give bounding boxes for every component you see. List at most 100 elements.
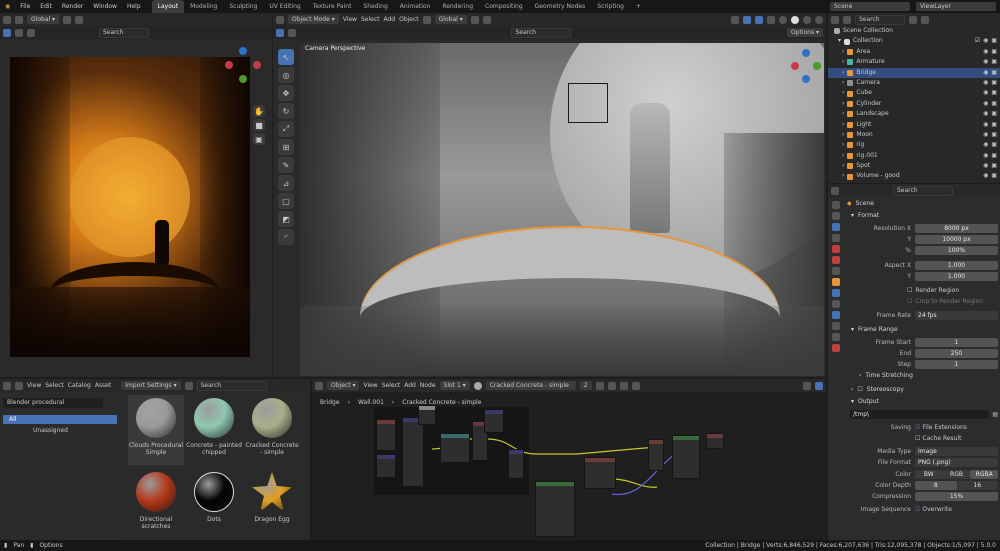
bevel-tool-icon[interactable]: ◜ [278,229,294,245]
visibility-icon[interactable] [731,15,739,24]
shading-rendered-icon[interactable] [815,15,823,24]
select-box-icon[interactable] [276,28,284,37]
expand-arrow-icon[interactable]: ▾ [838,36,841,46]
eye-icon[interactable]: ◉ [983,36,988,46]
snap-icon[interactable] [63,15,72,24]
menu-help[interactable]: Help [122,0,146,13]
asset-browser-icon[interactable] [15,381,23,390]
editor-type-icon[interactable] [3,15,11,24]
render-region-row[interactable]: ☐ Render Region [845,285,998,295]
outliner-row[interactable]: › rig.001 ◉ ▣ [828,151,1000,161]
properties-search[interactable]: Search [893,185,953,196]
frame-rate-dropdown[interactable]: 24 fps [915,310,998,320]
file-format-dropdown[interactable]: PNG (.png) [915,457,998,467]
camera-render-icon[interactable]: ▣ [991,47,997,57]
checkbox-icon[interactable]: ☑ [975,36,980,46]
transform-tool-icon[interactable]: ⊞ [278,139,294,155]
data-tab-icon[interactable] [832,333,840,341]
eye-icon[interactable]: ◉ [983,109,988,119]
constraints-tab-icon[interactable] [832,322,840,330]
tab-uv-editing[interactable]: UV Editing [263,0,306,13]
asset-item[interactable]: Concrete - painted chipped [186,395,242,465]
outliner-row[interactable]: › Bridge ◉ ▣ [828,67,1000,78]
asset-menu-catalog[interactable]: Catalog [68,382,91,389]
xray-icon[interactable] [767,15,775,24]
scene-tab-icon[interactable] [832,245,840,253]
shader-node[interactable] [648,439,664,471]
expand-arrow-icon[interactable]: › [842,120,844,130]
asset-item[interactable]: Clouds Procedural Simple [128,395,184,465]
eye-icon[interactable]: ◉ [983,68,988,78]
measure-tool-icon[interactable]: ⊿ [278,175,294,191]
stereoscopy-checkbox[interactable]: ☐ [857,384,862,396]
view-layer-selector[interactable]: ViewLayer [916,2,996,11]
shading-solid-icon[interactable] [791,15,799,24]
frame-start-field[interactable]: 1 [915,337,998,347]
tab-texture-paint[interactable]: Texture Paint [307,0,358,13]
eye-icon[interactable]: ◉ [983,99,988,109]
scale-tool-icon[interactable]: ⤢ [278,121,294,137]
outliner-row[interactable]: › Camera ◉ ▣ [828,78,1000,88]
editor-type-icon[interactable] [831,15,839,24]
asset-menu-asset[interactable]: Asset [95,382,111,389]
outliner-search[interactable]: Search [855,14,905,25]
add-workspace-icon[interactable]: + [630,0,647,13]
catalog-all[interactable]: All [3,415,117,424]
outliner-row[interactable]: › Light ◉ ▣ [828,120,1000,130]
tab-rendering[interactable]: Rendering [436,0,479,13]
color-rgba-button[interactable]: RGBA [970,469,999,479]
camera-render-icon[interactable]: ▣ [991,88,997,98]
eye-icon[interactable]: ◉ [983,171,988,181]
lock-icon[interactable]: ▣ [253,133,265,145]
outliner-row[interactable]: › Landscape ◉ ▣ [828,109,1000,119]
proportional-icon[interactable] [482,15,491,24]
tab-geometry-nodes[interactable]: Geometry Nodes [529,0,592,13]
resolution-y-field[interactable]: 10000 px [915,234,998,244]
extrude-tool-icon[interactable]: ◩ [278,211,294,227]
asset-menu-view[interactable]: View [27,382,41,389]
asset-menu-select[interactable]: Select [45,382,64,389]
camera-render-icon[interactable]: ▣ [991,78,997,88]
mode-icon[interactable] [3,28,11,37]
expand-arrow-icon[interactable]: › [842,68,844,78]
output-path-field[interactable]: /tmp\ [850,409,990,419]
stereoscopy-header[interactable]: › ☐ Stereoscopy [845,384,998,396]
blender-logo-icon[interactable]: ◉ [0,0,15,13]
tab-scripting[interactable]: Scripting [591,0,630,13]
camera-render-icon[interactable]: ▣ [991,36,997,46]
eye-icon[interactable]: ◉ [983,161,988,171]
shader-node[interactable] [418,405,436,425]
depth-8-button[interactable]: 8 [915,480,957,490]
eye-icon[interactable]: ◉ [983,78,988,88]
eye-icon[interactable]: ◉ [983,47,988,57]
outliner-row[interactable]: › Area ◉ ▣ [828,47,1000,57]
folder-icon[interactable]: ▤ [992,411,998,418]
compression-slider[interactable]: 15% [915,491,998,501]
cache-result-checkbox[interactable]: ☐ [915,435,920,442]
menu-window[interactable]: Window [88,0,122,13]
viewport-navigation-gizmo[interactable] [791,49,821,93]
camera-render-icon[interactable]: ▣ [991,99,997,109]
material-tab-icon[interactable] [832,344,840,352]
hand-pan-icon[interactable]: ✋ [253,105,265,117]
scene-selector[interactable]: Scene [830,2,910,11]
viewport-search[interactable]: Search [511,27,572,38]
overwrite-checkbox[interactable]: ☑ [915,506,920,513]
camera-render-icon[interactable]: ▣ [991,151,997,161]
expand-arrow-icon[interactable]: › [842,78,844,88]
expand-arrow-icon[interactable]: › [842,151,844,161]
color-bw-button[interactable]: BW [915,469,943,479]
select-icon[interactable] [15,28,23,37]
camera-render-icon[interactable]: ▣ [991,171,997,181]
expand-arrow-icon[interactable]: › [842,171,844,181]
annotate-tool-icon[interactable]: ✎ [278,157,294,173]
format-panel-header[interactable]: ▾ Format [845,210,998,222]
shader-node[interactable] [440,433,470,463]
select-mode-icon[interactable] [288,28,296,37]
outliner-row-collection[interactable]: ▾ Collection ☑ ◉ ▣ [828,36,1000,46]
image-navigation-gizmo[interactable] [225,47,261,83]
display-mode-icon[interactable] [843,15,851,24]
shader-node[interactable] [508,449,524,479]
outliner-row[interactable]: › Armature ◉ ▣ [828,57,1000,67]
overlay-icon[interactable] [755,15,763,24]
